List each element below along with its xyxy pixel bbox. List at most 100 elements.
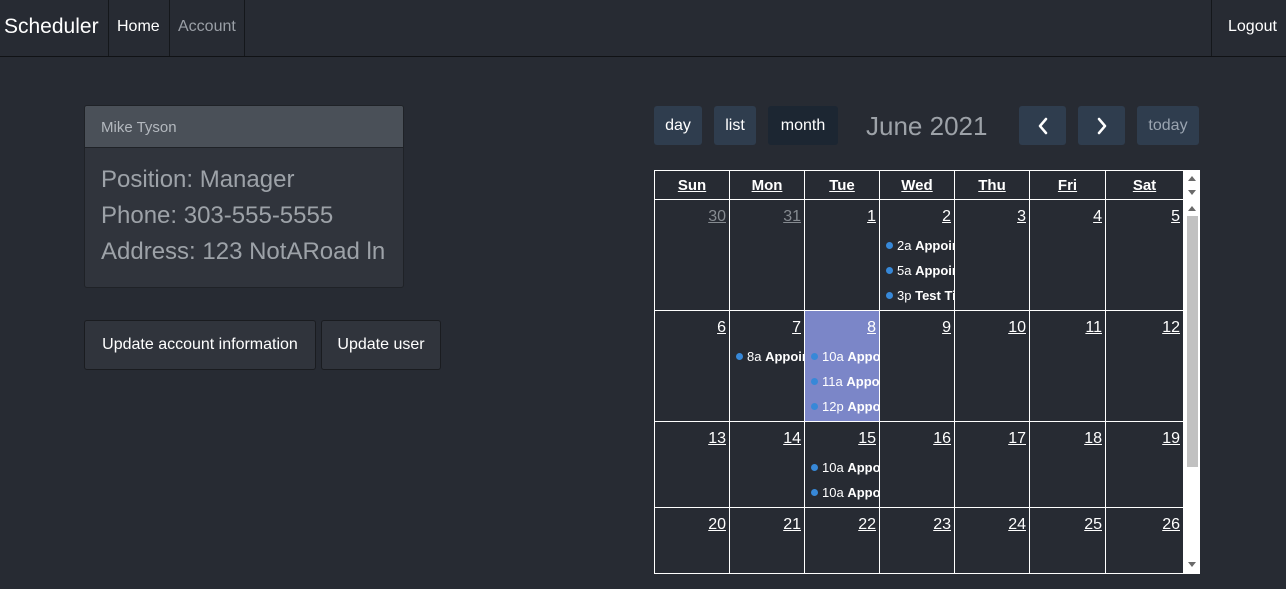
calendar-event[interactable]: 5a Appointment [886,261,954,281]
day-cell[interactable]: 15 10a Appointment 10a Appointment [805,422,880,507]
day-cell[interactable]: 23 [880,508,955,573]
day-cell[interactable]: 19 [1106,422,1184,507]
day-number[interactable]: 2 [942,208,951,226]
day-cell[interactable]: 13 [655,422,730,507]
day-cell[interactable]: 20 [655,508,730,573]
day-cell[interactable]: 22a Appointment5a Appointment3p Test Tit… [880,200,955,310]
day-cell[interactable]: 6 [655,311,730,421]
calendar-scrollbar[interactable] [1184,200,1199,573]
day-cell[interactable]: 25 [1030,508,1106,573]
profile-position: Position: Manager [101,166,295,193]
event-title: Appointment [847,349,879,364]
day-number[interactable]: 31 [783,208,801,226]
event-dot-icon [736,353,743,360]
calendar-event[interactable]: 10a Appointment [811,483,879,503]
prev-month-button[interactable] [1019,106,1066,145]
brand[interactable]: Scheduler [4,15,99,39]
day-number[interactable]: 7 [792,319,801,337]
day-cell[interactable]: 22 [805,508,880,573]
event-title: Appointment [915,238,954,253]
day-cell[interactable]: 5 [1106,200,1184,310]
scroll-down-icon[interactable] [1188,562,1196,567]
day-number[interactable]: 13 [708,430,726,448]
day-cell[interactable]: 18 [1030,422,1106,507]
day-number[interactable]: 16 [933,430,951,448]
day-number[interactable]: 6 [717,319,726,337]
scroll-up-icon[interactable] [1188,206,1196,211]
event-dot-icon [811,353,818,360]
week-row: 6 7 8a Appointment 8 10a Appointment 11a Appo… [655,311,1184,422]
day-number[interactable]: 23 [933,516,951,534]
day-cell[interactable]: 7 8a Appointment [730,311,805,421]
day-cell[interactable]: 17 [955,422,1030,507]
day-number[interactable]: 11 [1085,319,1102,337]
day-cell[interactable]: 1 [805,200,880,310]
day-cell[interactable]: 3 [955,200,1030,310]
day-number[interactable]: 14 [783,430,801,448]
day-cell[interactable]: 16 [880,422,955,507]
list-view-button[interactable]: list [714,106,756,145]
day-cell[interactable]: 12 [1106,311,1184,421]
day-number[interactable]: 3 [1017,208,1026,226]
dow-header: Mon [730,171,805,199]
month-view-button[interactable]: month [768,106,838,145]
day-number[interactable]: 17 [1008,430,1026,448]
day-number[interactable]: 10 [1008,319,1026,337]
calendar-event[interactable]: 3p Test Title [886,286,954,306]
event-time: 5a [897,263,912,278]
calendar-event[interactable]: 2a Appointment [886,236,954,256]
day-cell[interactable]: 30 [655,200,730,310]
scrollbar-thumb[interactable] [1187,216,1198,467]
calendar-event[interactable]: 10a Appointment [811,458,879,478]
day-cell[interactable]: 26 [1106,508,1184,573]
profile-address: Address: 123 NotARoad ln [101,238,386,265]
update-account-button[interactable]: Update account information [84,320,316,370]
event-time: 10a [822,460,844,475]
calendar-event[interactable]: 12p Appointment [811,397,879,417]
event-time: 3p [897,288,912,303]
calendar-event[interactable]: 11a Appointment [811,372,879,392]
day-number[interactable]: 8 [867,319,876,337]
calendar-event[interactable]: 8a Appointment [736,347,804,367]
day-number[interactable]: 25 [1084,516,1102,534]
today-button[interactable]: today [1137,106,1199,145]
day-view-button[interactable]: day [654,106,702,145]
day-number[interactable]: 15 [858,430,876,448]
day-cell[interactable]: 11 [1030,311,1106,421]
update-user-button[interactable]: Update user [321,320,441,370]
day-number[interactable]: 20 [708,516,726,534]
month-calendar: SunMonTueWedThuFriSat 3031122a Appointme… [654,170,1200,574]
day-number[interactable]: 24 [1008,516,1026,534]
day-number[interactable]: 30 [708,208,726,226]
day-number[interactable]: 19 [1162,430,1180,448]
day-cell[interactable]: 21 [730,508,805,573]
day-number[interactable]: 9 [942,319,951,337]
day-cell[interactable]: 24 [955,508,1030,573]
day-number[interactable]: 5 [1171,208,1180,226]
day-cell[interactable]: 9 [880,311,955,421]
event-title: Test Title [915,288,954,303]
day-number[interactable]: 12 [1162,319,1180,337]
logout-link[interactable]: Logout [1228,18,1277,36]
day-number[interactable]: 1 [867,208,876,226]
event-time: 10a [822,485,844,500]
profile-phone: Phone: 303-555-5555 [101,202,334,229]
day-number[interactable]: 26 [1162,516,1180,534]
day-cell[interactable]: 31 [730,200,805,310]
day-number[interactable]: 22 [858,516,876,534]
day-cell[interactable]: 4 [1030,200,1106,310]
day-number[interactable]: 4 [1093,208,1102,226]
day-cell[interactable]: 10 [955,311,1030,421]
event-title: Appointment [765,349,804,364]
event-time: 12p [822,399,844,414]
next-month-button[interactable] [1078,106,1125,145]
nav-account-link[interactable]: Account [178,18,236,36]
day-cell-today[interactable]: 8 10a Appointment 11a Appointment 12p Appoi… [805,311,880,421]
day-number[interactable]: 21 [783,516,801,534]
day-cell[interactable]: 14 [730,422,805,507]
event-title: Appointment [915,263,954,278]
calendar-event[interactable]: 10a Appointment [811,347,879,367]
nav-home-link[interactable]: Home [117,18,160,36]
dow-header: Fri [1030,171,1106,199]
day-number[interactable]: 18 [1084,430,1102,448]
